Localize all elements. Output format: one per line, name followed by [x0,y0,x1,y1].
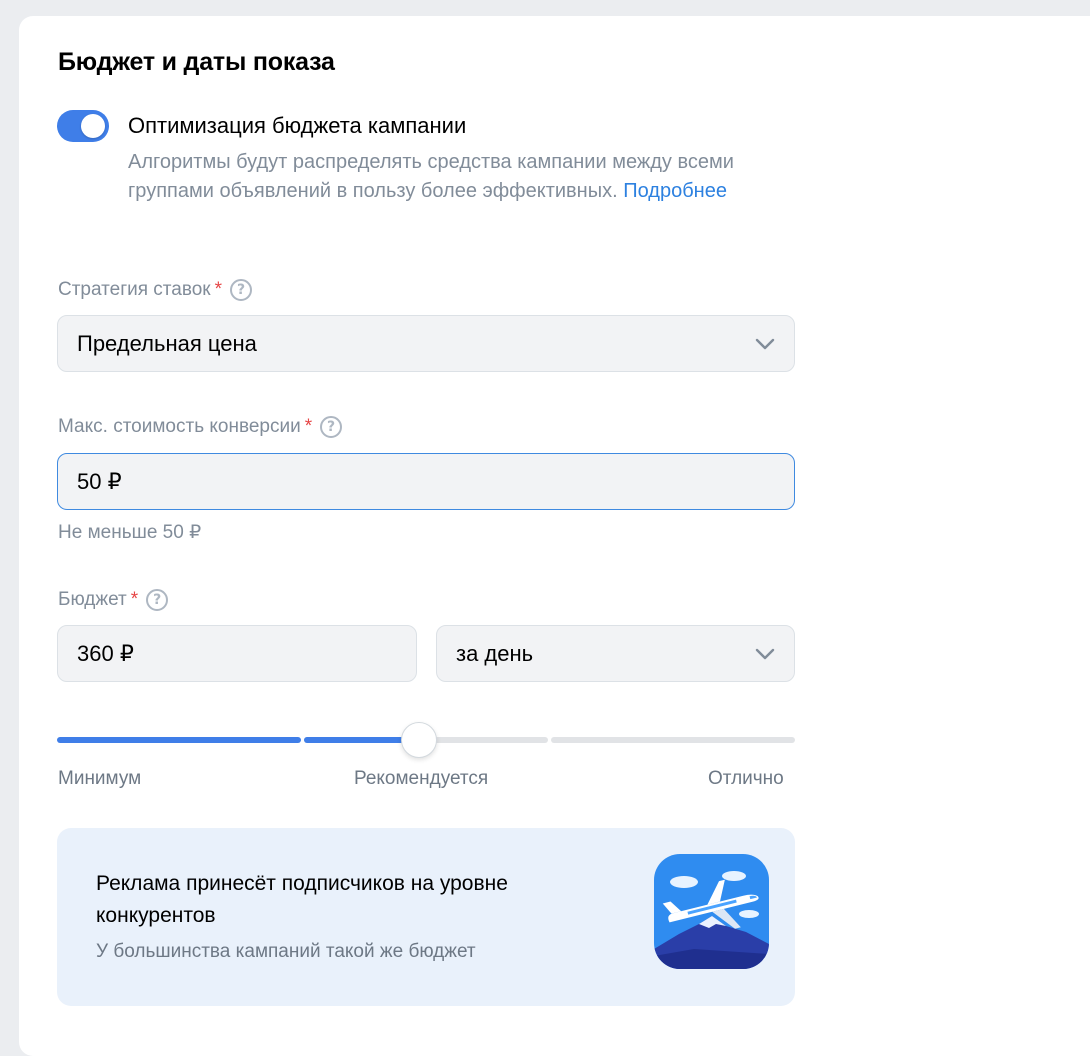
toggle-knob [81,114,105,138]
budget-label: Бюджет * ? [58,589,169,611]
budget-optimization-toggle[interactable] [57,110,109,142]
budget-card: Бюджет и даты показа Оптимизация бюджета… [19,16,1090,1056]
budget-period-select[interactable]: за день [436,625,795,682]
help-icon[interactable]: ? [146,589,169,611]
slider-segment-min [57,737,301,743]
slider-label-excellent: Отлично [708,768,784,789]
budget-slider[interactable] [57,719,795,759]
optimization-title: Оптимизация бюджета кампании [128,113,467,138]
slider-thumb[interactable] [400,722,437,758]
max-cost-hint: Не меньше 50 ₽ [58,522,202,543]
slider-segment-excellent [551,737,795,743]
strategy-label-text: Стратегия ставок [58,279,211,300]
promo-subtitle: У большинства кампаний такой же бюджет [96,941,476,962]
max-cost-label-text: Макс. стоимость конверсии [58,416,301,437]
promo-title: Реклама принесёт подписчиков на уровне к… [96,872,508,927]
strategy-value: Предельная цена [77,330,257,356]
max-cost-input[interactable]: 50 ₽ [57,453,795,510]
required-mark: * [214,279,223,300]
section-title: Бюджет и даты показа [58,48,335,76]
required-mark: * [304,416,313,437]
strategy-label: Стратегия ставок * ? [58,279,253,301]
slider-label-min: Минимум [58,768,142,789]
airplane-icon [654,854,769,969]
help-icon[interactable]: ? [230,279,253,301]
slider-label-recommended: Рекомендуется [354,768,489,789]
budget-period-value: за день [456,640,534,666]
promo-banner: Реклама принесёт подписчиков на уровне к… [57,828,795,1006]
learn-more-link[interactable]: Подробнее [623,180,727,202]
required-mark: * [130,589,139,610]
help-icon[interactable]: ? [320,416,343,438]
chevron-down-icon [755,338,775,349]
max-cost-label: Макс. стоимость конверсии * ? [58,416,343,438]
budget-amount-input[interactable]: 360 ₽ [57,625,417,682]
optimization-description: Алгоритмы будут распределять средства ка… [128,148,788,206]
budget-amount-value: 360 ₽ [77,640,134,666]
chevron-down-icon [755,648,775,659]
budget-label-text: Бюджет [58,589,127,610]
strategy-select[interactable]: Предельная цена [57,315,795,372]
max-cost-value: 50 ₽ [77,468,122,494]
